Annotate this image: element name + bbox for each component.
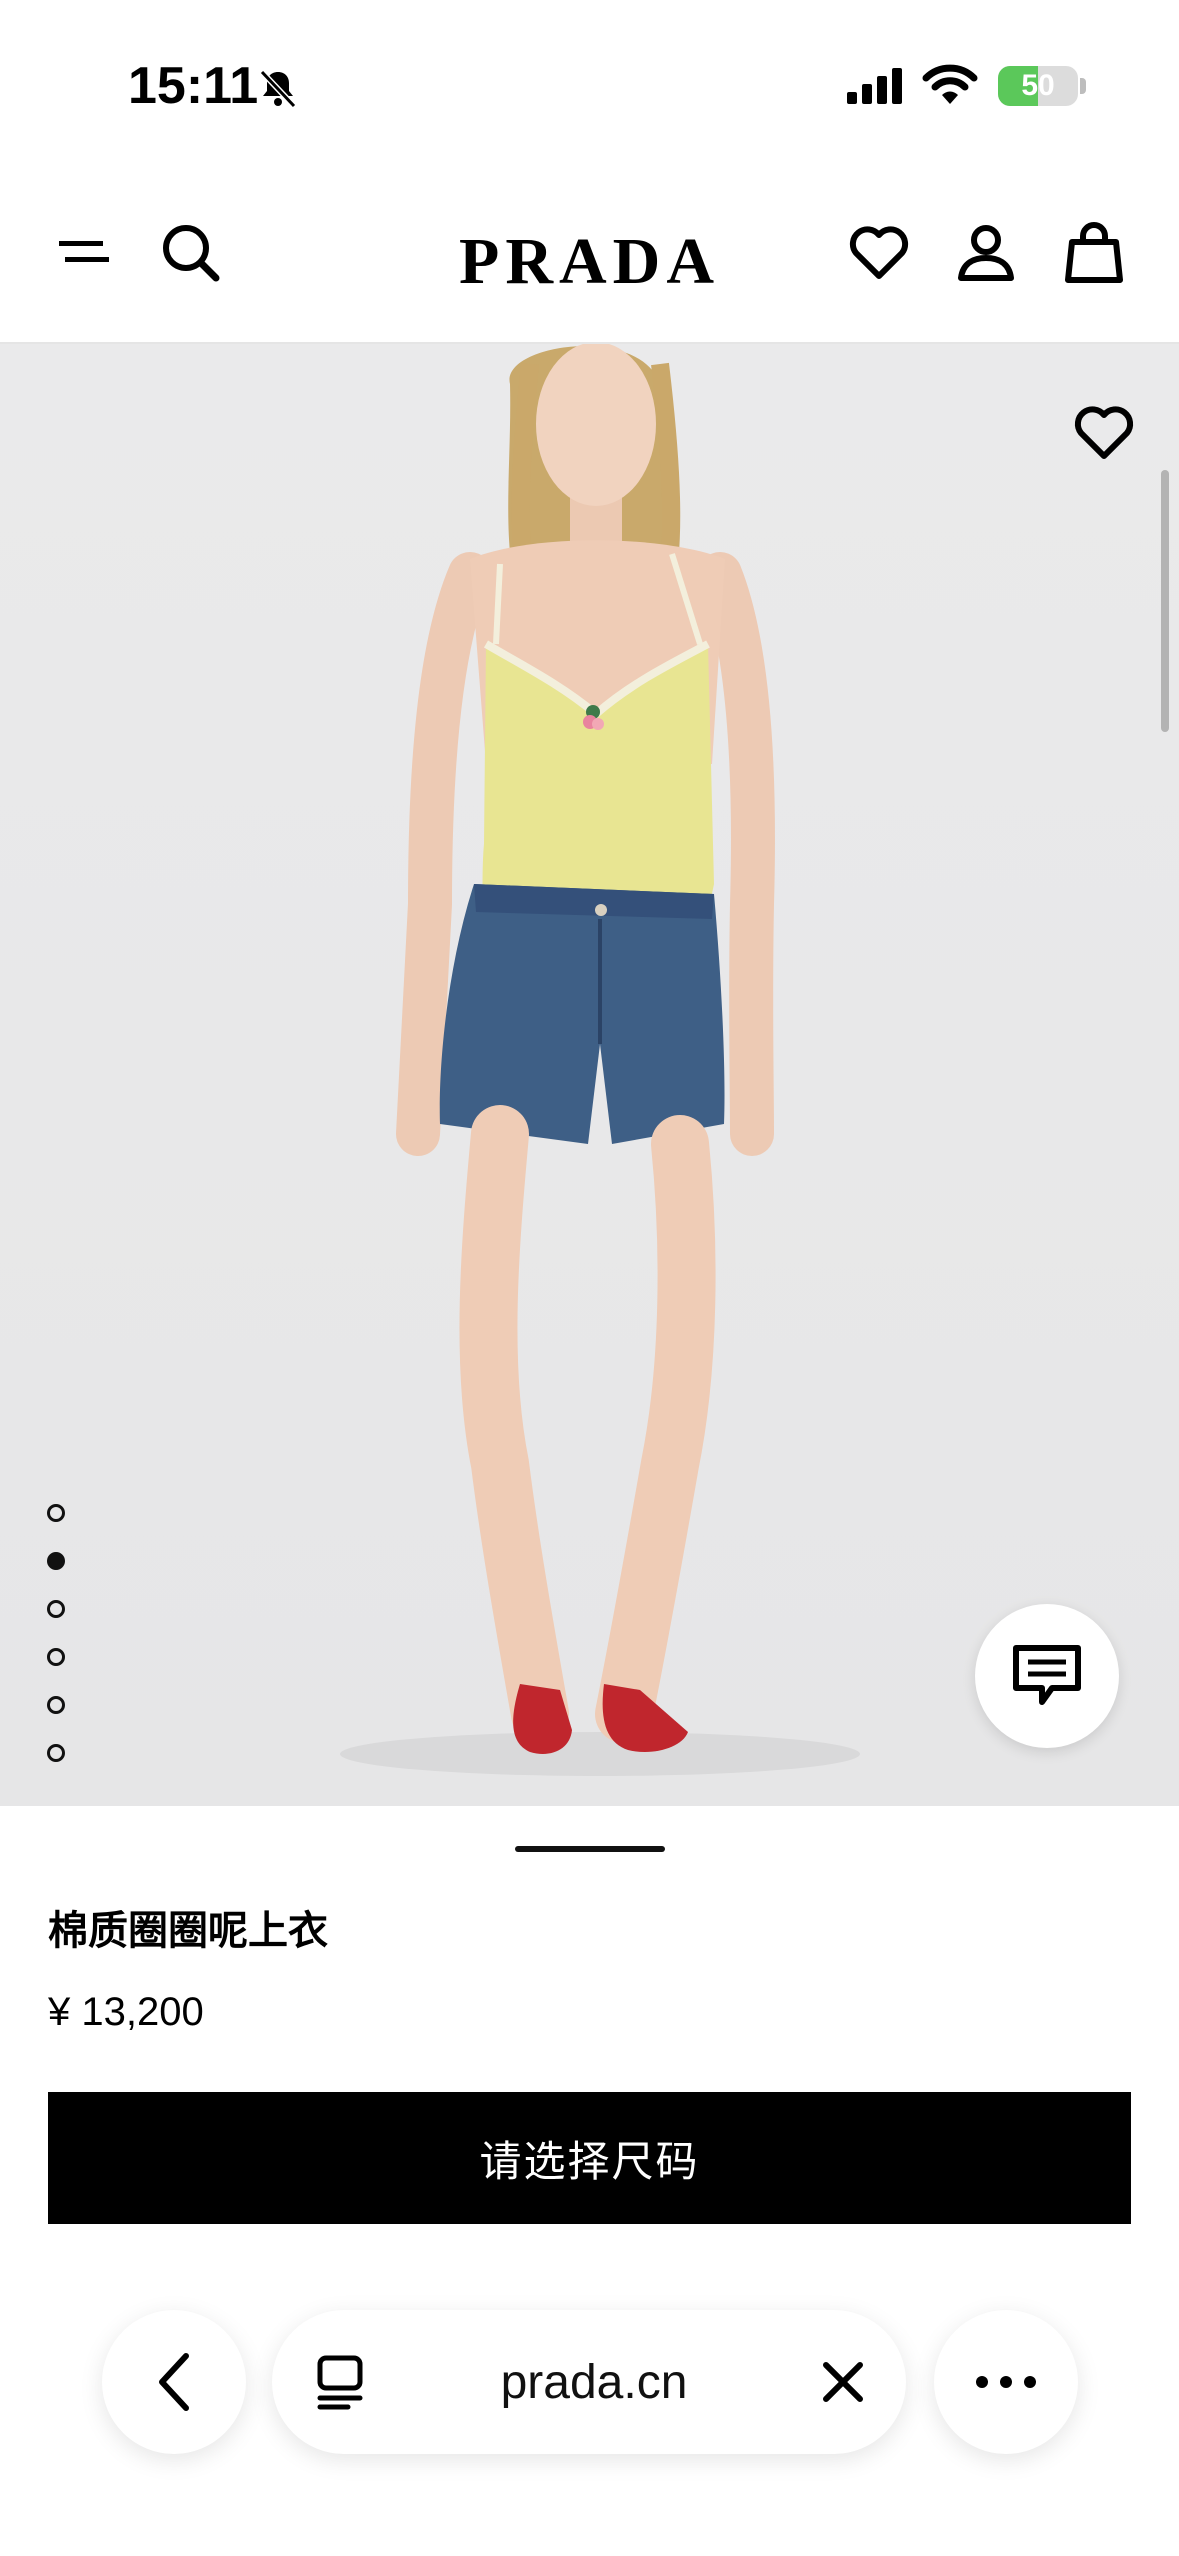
chat-icon (1013, 1645, 1081, 1705)
shopping-bag-icon (1065, 222, 1123, 283)
cellular-signal-icon (847, 68, 902, 104)
more-dots-icon (976, 2376, 1036, 2388)
add-to-wishlist-button[interactable] (1073, 404, 1135, 466)
chevron-left-icon (159, 2353, 189, 2411)
gallery-dot[interactable] (47, 1552, 65, 1570)
heart-icon (849, 226, 909, 279)
gallery-dot[interactable] (47, 1504, 65, 1522)
sheet-drag-handle[interactable] (515, 1846, 665, 1852)
status-bar: 15:11 50 (0, 0, 1179, 170)
battery-indicator: 50 (998, 66, 1078, 106)
product-name: 棉质圈圈呢上衣 (48, 1908, 328, 1954)
wishlist-button[interactable] (844, 218, 914, 288)
gallery-dot[interactable] (47, 1600, 65, 1618)
user-icon (958, 225, 1014, 281)
browser-address-bar[interactable]: prada.cn (272, 2310, 906, 2454)
select-size-button[interactable]: 请选择尺码 (48, 2092, 1131, 2224)
browser-back-button[interactable] (102, 2310, 246, 2454)
bell-slash-icon (259, 69, 297, 109)
scroll-indicator[interactable] (1161, 470, 1169, 732)
gallery-dot[interactable] (47, 1648, 65, 1666)
product-photo (340, 344, 860, 1776)
battery-tip (1080, 78, 1086, 94)
close-icon[interactable] (820, 2359, 866, 2405)
shopping-bag-button[interactable] (1059, 218, 1129, 288)
account-button[interactable] (951, 218, 1021, 288)
gallery-dot[interactable] (47, 1744, 65, 1762)
customer-chat-button[interactable] (975, 1604, 1119, 1748)
site-header: PRADA (0, 170, 1179, 344)
browser-more-button[interactable] (934, 2310, 1078, 2454)
heart-icon (1074, 406, 1134, 459)
battery-percent: 50 (1021, 69, 1055, 102)
status-time: 15:11 (128, 57, 259, 115)
product-image-gallery[interactable] (0, 344, 1179, 1806)
gallery-dot[interactable] (47, 1696, 65, 1714)
product-price: ¥ 13,200 (48, 1990, 204, 2034)
gallery-pagination (47, 1504, 67, 1792)
browser-url[interactable]: prada.cn (501, 2355, 688, 2410)
tabs-icon[interactable] (316, 2354, 368, 2410)
wifi-icon (922, 64, 978, 104)
